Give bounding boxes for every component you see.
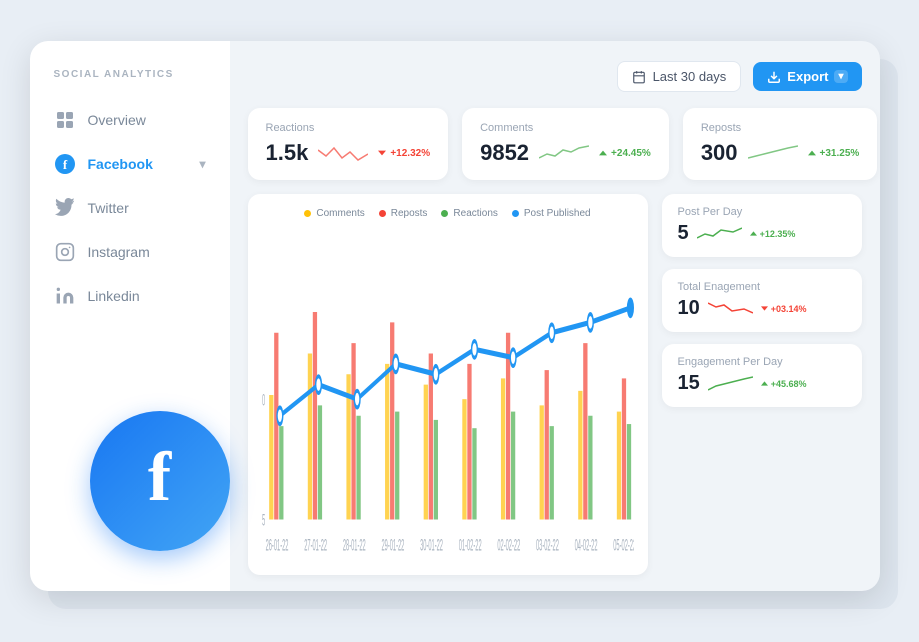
legend-reactions: Reactions	[441, 208, 497, 219]
export-button[interactable]: Export ▾	[753, 62, 861, 91]
export-label: Export	[787, 69, 828, 84]
sparkline-post-per-day	[697, 224, 742, 244]
metric-label: Post Per Day	[678, 206, 846, 218]
chart-legend: Comments Reposts Reactions Post Pub	[262, 208, 634, 219]
chevron-down-icon: ▾	[199, 157, 205, 171]
main-chart-svg: 5 0 26-01-22 27-01-22 28-01-22 29-01-22 …	[262, 229, 634, 561]
sidebar-item-label: Linkedin	[88, 288, 140, 304]
svg-text:f: f	[62, 157, 67, 172]
sidebar-item-instagram[interactable]: Instagram	[30, 230, 230, 274]
bottom-section: Comments Reposts Reactions Post Pub	[248, 194, 862, 575]
sidebar-item-overview[interactable]: Overview	[30, 98, 230, 142]
svg-text:04-02-22: 04-02-22	[574, 536, 597, 555]
twitter-icon	[54, 197, 76, 219]
stat-label: Reactions	[266, 122, 431, 134]
metric-value: 5	[678, 222, 689, 245]
linkedin-icon	[54, 285, 76, 307]
svg-text:29-01-22: 29-01-22	[381, 536, 404, 555]
stat-card-reposts: Reposts 300 +31.25%	[683, 108, 877, 180]
date-range-label: Last 30 days	[653, 69, 727, 84]
legend-label: Reactions	[453, 208, 497, 219]
svg-text:0: 0	[262, 391, 265, 410]
metric-total-engagement: Total Enagement 10 +03.14%	[662, 269, 862, 332]
stats-row: Reactions 1.5k +12.32% Comments	[248, 108, 862, 180]
svg-text:02-02-22: 02-02-22	[497, 536, 520, 555]
legend-label: Reposts	[391, 208, 428, 219]
sparkline-engagement-per-day	[708, 374, 753, 394]
stat-change: +31.25%	[808, 148, 860, 159]
stat-label: Reposts	[701, 122, 859, 134]
svg-text:01-02-22: 01-02-22	[458, 536, 481, 555]
main-content: Last 30 days Export ▾ Reactions	[230, 41, 880, 591]
sidebar-item-label: Overview	[88, 112, 146, 128]
grid-icon	[54, 109, 76, 131]
sidebar: SOCIAL ANALYTICS Overview	[30, 41, 230, 591]
legend-dot	[441, 210, 448, 217]
svg-text:30-01-22: 30-01-22	[420, 536, 443, 555]
sidebar-item-linkedin[interactable]: Linkedin	[30, 274, 230, 318]
stat-change: +12.32%	[378, 148, 430, 159]
metric-post-per-day: Post Per Day 5 +12.35%	[662, 194, 862, 257]
metric-change: +12.35%	[750, 229, 796, 239]
legend-dot	[512, 210, 519, 217]
export-icon	[767, 70, 781, 84]
right-panel: Post Per Day 5 +12.35%	[662, 194, 862, 575]
svg-text:27-01-22: 27-01-22	[304, 536, 327, 555]
stat-card-comments: Comments 9852 +24.45%	[462, 108, 669, 180]
facebook-brand-circle: f	[90, 411, 230, 551]
sidebar-item-label: Facebook	[88, 156, 153, 172]
instagram-icon	[54, 241, 76, 263]
sidebar-item-label: Instagram	[88, 244, 150, 260]
metric-engagement-per-day: Engagement Per Day 15 +45.68%	[662, 344, 862, 407]
stat-value: 1.5k	[266, 140, 309, 166]
stat-value: 300	[701, 140, 738, 166]
sidebar-item-label: Twitter	[88, 200, 129, 216]
calendar-icon	[632, 70, 646, 84]
stat-card-reactions: Reactions 1.5k +12.32%	[248, 108, 449, 180]
sparkline-reactions	[318, 142, 368, 164]
svg-text:03-02-22: 03-02-22	[535, 536, 558, 555]
sidebar-item-twitter[interactable]: Twitter	[30, 186, 230, 230]
stat-value: 9852	[480, 140, 529, 166]
metric-label: Engagement Per Day	[678, 356, 846, 368]
metric-label: Total Enagement	[678, 281, 846, 293]
sparkline-total-engagement	[708, 299, 753, 319]
legend-comments: Comments	[304, 208, 364, 219]
facebook-brand-letter: f	[148, 443, 171, 519]
sparkline-reposts	[748, 142, 798, 164]
facebook-icon: f	[54, 153, 76, 175]
header: Last 30 days Export ▾	[248, 61, 862, 92]
legend-label: Comments	[316, 208, 364, 219]
svg-text:05-02-22: 05-02-22	[613, 536, 634, 555]
export-chevron-icon: ▾	[834, 70, 847, 83]
legend-dot	[304, 210, 311, 217]
legend-dot	[379, 210, 386, 217]
chart-area: 5 0 26-01-22 27-01-22 28-01-22 29-01-22 …	[262, 229, 634, 561]
svg-text:28-01-22: 28-01-22	[342, 536, 365, 555]
sidebar-title: SOCIAL ANALYTICS	[30, 69, 230, 98]
svg-text:5: 5	[262, 511, 265, 530]
svg-text:26-01-22: 26-01-22	[265, 536, 288, 555]
chart-card: Comments Reposts Reactions Post Pub	[248, 194, 648, 575]
sparkline-comments	[539, 142, 589, 164]
legend-label: Post Published	[524, 208, 591, 219]
stat-change: +24.45%	[599, 148, 651, 159]
stat-label: Comments	[480, 122, 651, 134]
metric-change: +03.14%	[761, 304, 807, 314]
legend-published: Post Published	[512, 208, 591, 219]
metric-value: 10	[678, 297, 700, 320]
legend-reposts: Reposts	[379, 208, 428, 219]
sidebar-item-facebook[interactable]: f Facebook ▾	[30, 142, 230, 186]
date-range-button[interactable]: Last 30 days	[617, 61, 742, 92]
metric-change: +45.68%	[761, 379, 807, 389]
metric-value: 15	[678, 372, 700, 395]
